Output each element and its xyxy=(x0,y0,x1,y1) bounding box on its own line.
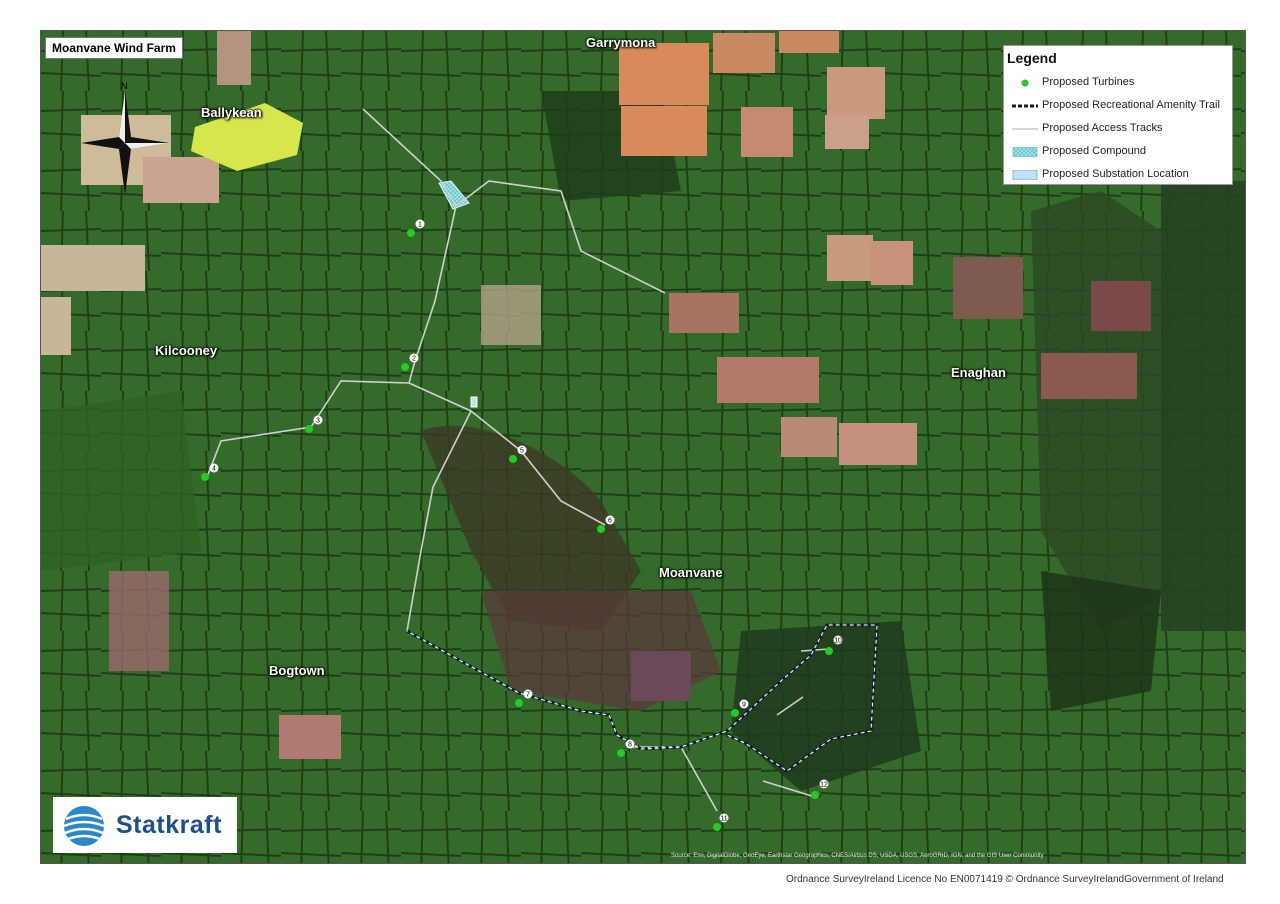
place-label-ballykean: Ballykean xyxy=(201,105,262,120)
place-label-bogtown: Bogtown xyxy=(269,663,325,678)
legend-item-tracks: Proposed Access Tracks xyxy=(1004,120,1232,138)
legend-item-trail: Proposed Recreational Amenity Trail xyxy=(1004,97,1232,115)
turbine-dot xyxy=(811,791,819,799)
turbine-dot xyxy=(617,749,625,757)
turbine-dot xyxy=(509,455,517,463)
hatched-area-icon xyxy=(1012,147,1038,157)
turbine-dot xyxy=(407,229,415,237)
turbine-dot xyxy=(597,525,605,533)
place-label-kilcooney: Kilcooney xyxy=(155,343,218,358)
turbine-number: 3 xyxy=(316,418,320,425)
turbine-number: 8 xyxy=(628,742,632,749)
turbine-dot xyxy=(305,425,313,433)
turbine-number: 6 xyxy=(608,518,612,525)
imagery-attribution: Source: Esri, DigitalGlobe, GeoEye, Eart… xyxy=(671,853,1044,859)
legend-label-compound: Proposed Compound xyxy=(1042,145,1146,157)
turbine-dot xyxy=(401,363,409,371)
map-title: Moanvane Wind Farm xyxy=(45,37,183,59)
turbine-number: 2 xyxy=(412,356,416,363)
place-label-garrymona: Garrymona xyxy=(586,35,656,50)
place-label-moanvane: Moanvane xyxy=(659,565,723,580)
line-icon xyxy=(1012,128,1038,130)
turbine-dot xyxy=(825,647,833,655)
legend-item-compound: Proposed Compound xyxy=(1004,143,1232,161)
turbine-number: 1 xyxy=(418,222,422,229)
turbine-dot xyxy=(515,699,523,707)
license-footer: Ordnance SurveyIreland Licence No EN0071… xyxy=(786,874,1224,885)
area-icon xyxy=(1012,170,1038,180)
statkraft-logo-text: Statkraft xyxy=(116,811,222,839)
legend-label-substation: Proposed Substation Location xyxy=(1042,168,1189,180)
svg-text:N: N xyxy=(121,81,128,91)
turbine-dot xyxy=(713,823,721,831)
turbine-number: 9 xyxy=(742,702,746,709)
place-label-enaghan: Enaghan xyxy=(951,365,1006,380)
legend: Legend Proposed Turbines Proposed Recrea… xyxy=(1003,45,1233,185)
legend-title: Legend xyxy=(1007,50,1057,66)
turbine-number: 10 xyxy=(834,638,842,645)
statkraft-globe-icon xyxy=(63,806,105,846)
legend-label-turbines: Proposed Turbines xyxy=(1042,76,1135,88)
turbine-number: 11 xyxy=(720,816,727,823)
legend-item-substation: Proposed Substation Location xyxy=(1004,166,1232,184)
turbine-dot xyxy=(201,473,209,481)
map-frame[interactable]: N 1 2 3 4 5 6 7 8 9 10 11 12 Moanvane Wind Farm Gar… xyxy=(40,30,1246,864)
legend-label-tracks: Proposed Access Tracks xyxy=(1042,122,1163,134)
turbine-number: 7 xyxy=(526,692,530,699)
turbine-number: 5 xyxy=(520,448,524,455)
turbine-number: 12 xyxy=(820,782,828,789)
turbine-dot xyxy=(731,709,739,717)
turbine-number: 4 xyxy=(212,466,216,473)
dashed-line-icon xyxy=(1012,104,1038,108)
statkraft-logo: Statkraft xyxy=(53,797,237,853)
substation-marker xyxy=(470,396,478,408)
legend-item-turbines: Proposed Turbines xyxy=(1004,74,1232,92)
legend-label-trail: Proposed Recreational Amenity Trail xyxy=(1042,99,1220,111)
turbine-dot-icon xyxy=(1021,79,1029,87)
